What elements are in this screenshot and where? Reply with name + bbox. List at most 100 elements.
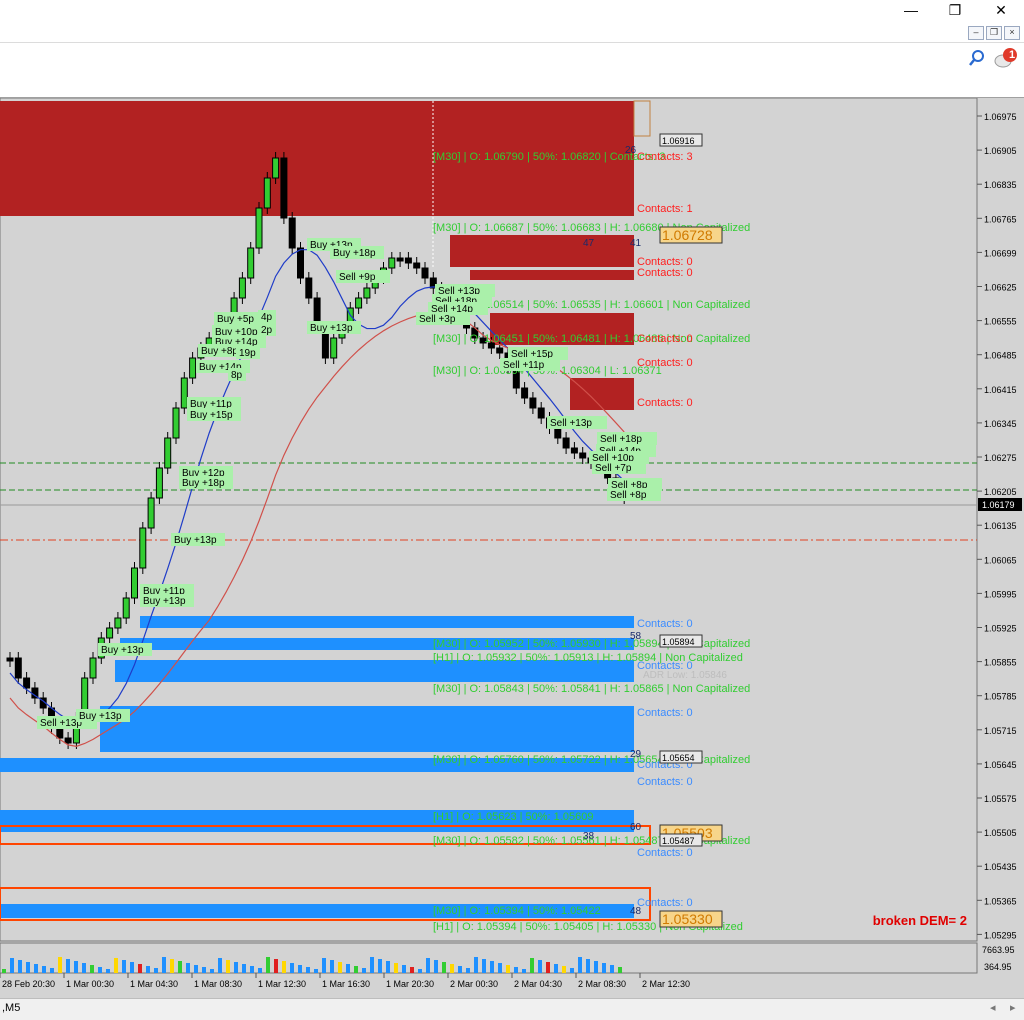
- price-tick-label: 1.05575: [984, 794, 1017, 804]
- price-tick-label: 1.06205: [984, 487, 1017, 497]
- mdi-close-button[interactable]: ×: [1004, 26, 1020, 40]
- time-tick-label: 2 Mar 12:30: [642, 979, 690, 989]
- time-tick-label: 1 Mar 16:30: [322, 979, 370, 989]
- scroll-right-arrow[interactable]: ▸: [1010, 1001, 1016, 1014]
- price-tick-label: 1.05995: [984, 589, 1017, 599]
- candle-body: [56, 727, 64, 739]
- candle-body: [89, 657, 97, 679]
- trade-label: Buy +8p: [201, 346, 238, 357]
- contacts-label: Contacts: 3: [637, 151, 693, 163]
- volume-bar: [474, 957, 478, 973]
- volume-bar: [18, 960, 22, 973]
- trade-label: Buy +15p: [190, 410, 233, 421]
- volume-bar: [2, 969, 6, 973]
- candle-body: [180, 377, 188, 409]
- volume-bar: [506, 965, 510, 973]
- volume-bar: [250, 966, 254, 973]
- price-tick-label: 1.06415: [984, 385, 1017, 395]
- mdi-minimize-button[interactable]: –: [968, 26, 984, 40]
- volume-bar: [266, 957, 270, 973]
- candle-body: [388, 257, 396, 269]
- price-chart[interactable]: [M30] | O: 1.06790 | 50%: 1.06820 | Cont…: [0, 97, 1024, 998]
- price-tag-text: 1.05654: [662, 753, 695, 763]
- price-tick-label: 1.05855: [984, 658, 1017, 668]
- trade-label: Buy +13p: [101, 645, 144, 656]
- scroll-left-arrow[interactable]: ◂: [990, 1001, 996, 1014]
- volume-bar: [554, 964, 558, 973]
- volume-bar: [58, 957, 62, 973]
- mdi-restore-button[interactable]: ❐: [986, 26, 1002, 40]
- candle-body: [396, 257, 404, 262]
- volume-bar: [354, 966, 358, 973]
- zone-label: [M30] | O: 1.05394 | 50%: 1.05422: [433, 905, 601, 917]
- zone-label: [H1] | O: 1.05623 | 50%: 1.05609: [433, 811, 593, 823]
- volume-bar: [138, 964, 142, 973]
- broken-dem-label: broken DEM= 2: [873, 913, 967, 928]
- trade-label: Sell +3p: [419, 314, 456, 325]
- price-tick-label: 1.05715: [984, 726, 1017, 736]
- trade-label: Sell +7p: [595, 463, 632, 474]
- volume-bar: [162, 957, 166, 973]
- contacts-label: Contacts: 0: [637, 333, 693, 345]
- contacts-label: Contacts: 0: [637, 847, 693, 859]
- contacts-label: Contacts: 0: [637, 267, 693, 279]
- volume-bar: [410, 967, 414, 973]
- candle-body: [147, 497, 155, 529]
- trade-label: 8p: [231, 370, 243, 381]
- price-tick-label: 1.06625: [984, 283, 1017, 293]
- zone-count: 48: [630, 906, 642, 917]
- price-tick-label: 1.06275: [984, 453, 1017, 463]
- volume-bar: [418, 969, 422, 973]
- minimize-button[interactable]: —: [888, 0, 934, 22]
- contacts-label: Contacts: 0: [637, 357, 693, 369]
- candle-body: [363, 287, 371, 299]
- volume-bar: [74, 961, 78, 973]
- volume-bar: [218, 958, 222, 973]
- trade-label: 2p: [261, 325, 273, 336]
- adr-low-label: ADR Low: 1.05846: [643, 670, 727, 681]
- chart-area[interactable]: [M30] | O: 1.06790 | 50%: 1.06820 | Cont…: [0, 97, 1024, 998]
- candle-body: [238, 277, 246, 299]
- volume-bar: [578, 957, 582, 973]
- volume-bar: [170, 959, 174, 973]
- volume-bar: [378, 959, 382, 973]
- candle-body: [14, 657, 22, 679]
- volume-bar: [146, 966, 150, 973]
- trade-label: Buy +18p: [182, 478, 225, 489]
- price-tag-text: 1.05330: [662, 911, 713, 927]
- volume-bar: [570, 968, 574, 973]
- magnifier-icon[interactable]: [968, 49, 986, 67]
- candle-body: [330, 337, 338, 359]
- volume-bar: [450, 964, 454, 973]
- candle-body: [355, 297, 363, 309]
- candle-body: [529, 397, 537, 409]
- price-tick-label: 1.06699: [984, 248, 1017, 258]
- symbol-tab[interactable]: ,M5: [2, 1002, 20, 1014]
- volume-bar: [306, 967, 310, 973]
- zone-count: 60: [630, 822, 642, 833]
- volume-bar: [618, 967, 622, 973]
- candle-body: [247, 247, 255, 279]
- trade-label: 19p: [239, 348, 256, 359]
- zone-count: 26: [625, 145, 637, 156]
- candle-body: [139, 527, 147, 569]
- maximize-button[interactable]: ❐: [932, 0, 978, 22]
- candle-body: [172, 407, 180, 439]
- trade-label: Sell +8p: [610, 490, 647, 501]
- close-button[interactable]: ✕: [978, 0, 1024, 22]
- trade-label: Buy +13p: [174, 535, 217, 546]
- volume-bar: [426, 958, 430, 973]
- volume-bar: [514, 967, 518, 973]
- supply-zone-5: [570, 378, 634, 410]
- zone-label: [M30] | O: 1.05760 | 50%: 1.05722 | H: 1…: [433, 754, 750, 766]
- time-tick-label: 2 Mar 08:30: [578, 979, 626, 989]
- demand-zone-1: [140, 616, 634, 628]
- volume-bar: [522, 969, 526, 973]
- volume-axis-max: 7663.95: [982, 945, 1015, 955]
- price-tick-label: 1.05295: [984, 930, 1017, 940]
- volume-bar: [290, 963, 294, 973]
- window-titlebar: — ❐ ✕: [0, 0, 1024, 22]
- volume-bar: [34, 964, 38, 973]
- candle-body: [537, 407, 545, 419]
- supply-zone-2: [450, 235, 634, 267]
